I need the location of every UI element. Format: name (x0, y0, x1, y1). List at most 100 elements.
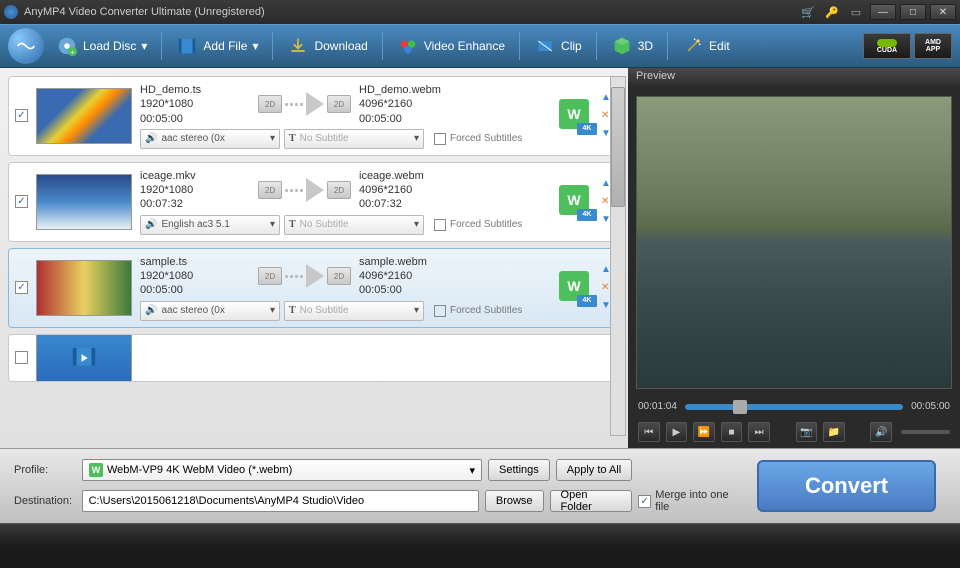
edit-button[interactable]: Edit (682, 35, 730, 57)
play-button[interactable]: ▶ (666, 422, 688, 442)
file-item[interactable]: ✓ HD_demo.ts 1920*1080 00:05:00 2D 2D HD… (8, 76, 620, 156)
download-button[interactable]: Download (287, 35, 367, 57)
next-button[interactable]: ⏭ (748, 422, 770, 442)
current-time: 00:01:04 (638, 401, 677, 412)
file-thumbnail (36, 260, 132, 316)
src-duration: 00:05:00 (140, 112, 250, 126)
format-badge[interactable]: W 4K (559, 271, 593, 305)
file-checkbox[interactable]: ✓ (15, 109, 28, 122)
footer (0, 523, 960, 547)
volume-slider[interactable] (901, 430, 950, 434)
src-duration: 00:05:00 (140, 283, 250, 297)
key-icon[interactable]: 🔑 (822, 4, 842, 20)
volume-button[interactable]: 🔊 (870, 422, 892, 442)
app-logo-icon (4, 5, 18, 19)
maximize-button[interactable]: □ (900, 4, 926, 20)
minimize-button[interactable]: — (870, 4, 896, 20)
film-icon (176, 35, 198, 57)
settings-button[interactable]: Settings (488, 459, 550, 481)
dst-duration: 00:05:00 (359, 283, 449, 297)
merge-checkbox[interactable]: ✓ (638, 495, 651, 508)
merge-label: Merge into one file (655, 489, 745, 513)
src-filename: iceage.mkv (140, 169, 250, 183)
preview-panel: Preview 00:01:04 00:05:00 ⏮ ▶ ⏩ ■ ⏭ 📷 📁 … (628, 68, 960, 448)
file-thumbnail (36, 88, 132, 144)
scissors-icon (534, 35, 556, 57)
destination-input[interactable]: C:\Users\2015061218\Documents\AnyMP4 Stu… (82, 490, 479, 512)
seek-slider[interactable] (685, 404, 903, 410)
file-item[interactable]: ✓ sample.ts 1920*1080 00:05:00 2D 2D sam… (8, 248, 620, 328)
audio-dropdown[interactable]: 🔊aac stereo (0x▾ (140, 301, 280, 321)
forced-sub-label: Forced Subtitles (450, 219, 522, 230)
load-disc-button[interactable]: + Load Disc ▾ (56, 35, 147, 57)
forced-sub-checkbox[interactable] (434, 219, 446, 231)
dst-duration: 00:05:00 (359, 112, 449, 126)
audio-dropdown[interactable]: 🔊English ac3 5.1▾ (140, 215, 280, 235)
chevron-down-icon: ▾ (469, 464, 475, 477)
format-badge[interactable]: W 4K (559, 99, 593, 133)
disc-icon: + (56, 35, 78, 57)
browse-button[interactable]: Browse (485, 490, 544, 512)
chevron-down-icon: ▾ (252, 39, 258, 53)
scroll-thumb[interactable] (611, 87, 625, 207)
preview-video[interactable] (636, 96, 952, 389)
folder-button[interactable]: 📁 (823, 422, 845, 442)
subtitle-dropdown[interactable]: TNo Subtitle▾ (284, 301, 424, 321)
file-item[interactable] (8, 334, 620, 382)
download-label: Download (314, 39, 367, 53)
cart-icon[interactable]: 🛒 (798, 4, 818, 20)
clip-button[interactable]: Clip (534, 35, 582, 57)
dst-resolution: 4096*2160 (359, 269, 449, 283)
file-item[interactable]: ✓ iceage.mkv 1920*1080 00:07:32 2D 2D ic… (8, 162, 620, 242)
file-checkbox[interactable] (15, 351, 28, 364)
profile-label: Profile: (14, 464, 76, 476)
format-badge[interactable]: W 4K (559, 185, 593, 219)
chevron-down-icon: ▾ (141, 39, 147, 53)
webm-icon: W (89, 463, 103, 477)
convert-button[interactable]: Convert (757, 460, 936, 512)
src-resolution: 1920*1080 (140, 269, 250, 283)
apply-all-button[interactable]: Apply to All (556, 459, 632, 481)
convert-arrow-icon: 2D 2D (258, 264, 351, 288)
src-resolution: 1920*1080 (140, 183, 250, 197)
subtitle-dropdown[interactable]: TNo Subtitle▾ (284, 129, 424, 149)
dst-filename: sample.webm (359, 255, 449, 269)
dst-filename: iceage.webm (359, 169, 449, 183)
prev-button[interactable]: ⏮ (638, 422, 660, 442)
stop-button[interactable]: ■ (721, 422, 743, 442)
file-list: ✓ HD_demo.ts 1920*1080 00:05:00 2D 2D HD… (0, 68, 628, 448)
snapshot-button[interactable]: 📷 (796, 422, 818, 442)
convert-arrow-icon: 2D 2D (258, 92, 351, 116)
menu-icon[interactable]: ▭ (846, 4, 866, 20)
file-thumbnail (36, 334, 132, 382)
load-disc-label: Load Disc (83, 39, 136, 53)
svg-text:+: + (70, 47, 74, 56)
close-button[interactable]: ✕ (930, 4, 956, 20)
video-enhance-button[interactable]: Video Enhance (397, 35, 505, 57)
cube-3d-icon (611, 35, 633, 57)
palette-icon (397, 35, 419, 57)
audio-dropdown[interactable]: 🔊aac stereo (0x▾ (140, 129, 280, 149)
file-checkbox[interactable]: ✓ (15, 281, 28, 294)
file-checkbox[interactable]: ✓ (15, 195, 28, 208)
convert-arrow-icon: 2D 2D (258, 178, 351, 202)
preview-label: Preview (628, 68, 960, 88)
bottom-bar: Profile: W WebM-VP9 4K WebM Video (*.web… (0, 448, 960, 523)
forced-sub-checkbox[interactable] (434, 305, 446, 317)
main-toolbar: + Load Disc ▾ Add File ▾ Download Video … (0, 24, 960, 68)
add-file-button[interactable]: Add File ▾ (176, 35, 258, 57)
seek-thumb[interactable] (733, 400, 747, 414)
total-time: 00:05:00 (911, 401, 950, 412)
forced-sub-label: Forced Subtitles (450, 305, 522, 316)
subtitle-dropdown[interactable]: TNo Subtitle▾ (284, 215, 424, 235)
profile-dropdown[interactable]: W WebM-VP9 4K WebM Video (*.webm) ▾ (82, 459, 482, 481)
fastfwd-button[interactable]: ⏩ (693, 422, 715, 442)
open-folder-button[interactable]: Open Folder (550, 490, 633, 512)
3d-button[interactable]: 3D (611, 35, 653, 57)
cuda-badge: CUDA (863, 33, 911, 59)
dst-filename: HD_demo.webm (359, 83, 449, 97)
forced-sub-checkbox[interactable] (434, 133, 446, 145)
clip-label: Clip (561, 39, 582, 53)
scrollbar[interactable] (610, 76, 626, 436)
wand-icon (682, 35, 704, 57)
